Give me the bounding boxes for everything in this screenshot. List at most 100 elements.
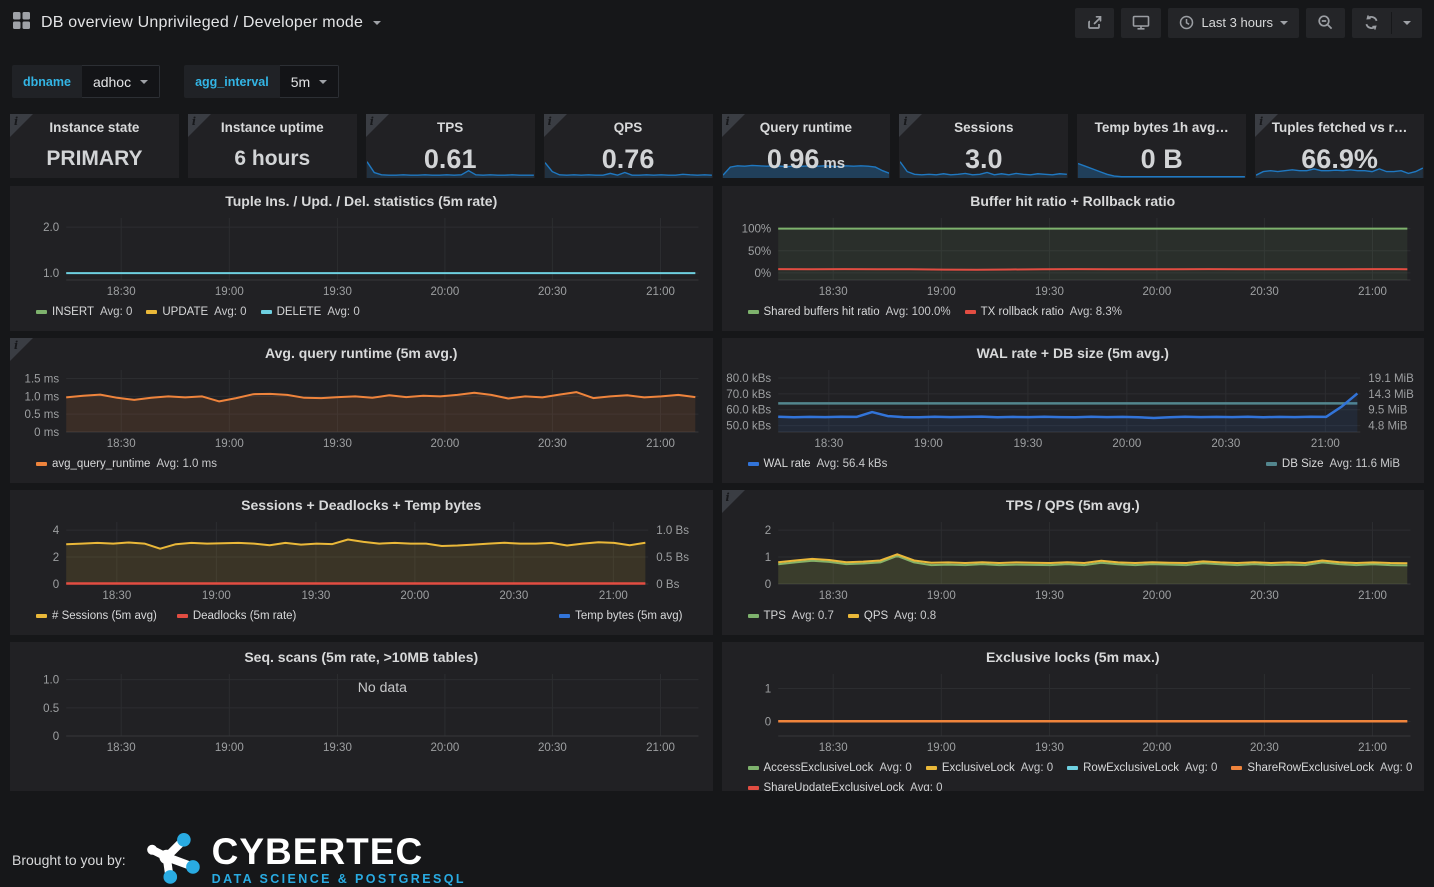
- chart-panel-avg_query_runtime: iAvg. query runtime (5m avg.)18:3019:001…: [10, 338, 713, 483]
- svg-text:21:00: 21:00: [599, 590, 628, 602]
- svg-text:18:30: 18:30: [818, 742, 847, 754]
- legend-item[interactable]: UPDATEAvg: 0: [146, 306, 246, 318]
- refresh-button[interactable]: [1352, 8, 1391, 38]
- share-button[interactable]: [1075, 8, 1114, 38]
- chart-panel-title[interactable]: WAL rate + DB size (5m avg.): [722, 338, 1425, 364]
- legend-item[interactable]: WAL rateAvg: 56.4 kBs: [748, 458, 888, 470]
- panel-info-icon[interactable]: i: [722, 114, 745, 137]
- chart-panel-title[interactable]: Avg. query runtime (5m avg.): [10, 338, 713, 364]
- chart-legend: WAL rateAvg: 56.4 kBs DB SizeAvg: 11.6 Mi…: [722, 454, 1425, 474]
- chart-panel-title[interactable]: TPS / QPS (5m avg.): [722, 490, 1425, 516]
- legend-series-name: ShareUpdateExclusiveLock: [764, 782, 905, 791]
- stat-panel-title[interactable]: Instance uptime: [188, 114, 357, 135]
- chart-plot[interactable]: 18:3019:0019:3020:0020:3021:00100%50%0%: [722, 212, 1425, 302]
- svg-text:0.5 ms: 0.5 ms: [25, 409, 60, 421]
- chart-panel-buffer_ratio: Buffer hit ratio + Rollback ratio18:3019…: [722, 186, 1425, 331]
- refresh-interval-dropdown[interactable]: [1392, 8, 1422, 38]
- legend-item[interactable]: Deadlocks (5m rate): [177, 610, 303, 622]
- legend-item[interactable]: ShareUpdateExclusiveLockAvg: 0: [748, 782, 943, 791]
- chart-panel-title[interactable]: Exclusive locks (5m max.): [722, 642, 1425, 668]
- svg-text:80.0 kBs: 80.0 kBs: [726, 373, 771, 385]
- chart-panel-seq_scans: Seq. scans (5m rate, >10MB tables)18:301…: [10, 642, 713, 791]
- svg-text:18:30: 18:30: [102, 590, 131, 602]
- legend-item[interactable]: AccessExclusiveLockAvg: 0: [748, 762, 912, 774]
- chart-plot[interactable]: 18:3019:0019:3020:0020:3021:001.00.50No …: [10, 668, 713, 758]
- legend-series-name: TPS: [764, 610, 786, 622]
- legend-swatch-icon: [1067, 766, 1078, 770]
- panel-info-icon[interactable]: i: [722, 490, 745, 513]
- legend-item[interactable]: Temp bytes (5m avg): [559, 610, 688, 622]
- svg-text:18:30: 18:30: [107, 438, 136, 450]
- panel-info-icon[interactable]: i: [366, 114, 389, 137]
- panel-info-icon[interactable]: i: [188, 114, 211, 137]
- chart-plot[interactable]: 18:3019:0019:3020:0020:3021:0080.0 kBs19…: [722, 364, 1425, 454]
- chart-plot[interactable]: 18:3019:0019:3020:0020:3021:0010: [722, 668, 1425, 758]
- stat-panel-title[interactable]: Instance state: [10, 114, 179, 135]
- legend-item[interactable]: QPSAvg: 0.8: [848, 610, 936, 622]
- legend-item[interactable]: TX rollback ratioAvg: 8.3%: [965, 306, 1122, 318]
- panel-info-icon[interactable]: i: [10, 114, 33, 137]
- variable-agg-interval: agg_interval 5m: [184, 65, 339, 98]
- stat-panel: iQuery runtime0.96ms: [722, 114, 891, 178]
- refresh-caret-icon: [1403, 21, 1411, 25]
- navbar: DB overview Unprivileged / Developer mod…: [0, 0, 1434, 45]
- stat-panel: Temp bytes 1h avg…0 B: [1077, 114, 1246, 178]
- legend-item[interactable]: DB SizeAvg: 11.6 MiB: [1266, 458, 1400, 470]
- stat-panel-title[interactable]: Sessions: [899, 114, 1068, 135]
- svg-text:19:00: 19:00: [215, 742, 244, 754]
- legend-item[interactable]: ShareRowExclusiveLockAvg: 0: [1231, 762, 1412, 774]
- legend-item[interactable]: RowExclusiveLockAvg: 0: [1067, 762, 1217, 774]
- chart-panel-title[interactable]: Seq. scans (5m rate, >10MB tables): [10, 642, 713, 668]
- svg-text:20:30: 20:30: [538, 742, 567, 754]
- panel-info-icon[interactable]: i: [1255, 114, 1278, 137]
- variable-dbname-value[interactable]: adhoc: [82, 65, 160, 98]
- svg-text:19:30: 19:30: [1034, 286, 1063, 298]
- chart-plot[interactable]: 18:3019:0019:3020:0020:3021:00210: [722, 516, 1425, 606]
- chart-panel-title[interactable]: Sessions + Deadlocks + Temp bytes: [10, 490, 713, 516]
- svg-text:20:30: 20:30: [1249, 742, 1278, 754]
- stat-panel-title[interactable]: Tuples fetched vs r…: [1255, 114, 1424, 135]
- svg-text:20:00: 20:00: [430, 438, 459, 450]
- legend-series-avg: Avg: 0: [1185, 762, 1217, 774]
- title-caret-icon[interactable]: [373, 21, 381, 25]
- stat-panel-title[interactable]: Temp bytes 1h avg…: [1077, 114, 1246, 135]
- dashboard-body: iInstance statePRIMARYiInstance uptime6 …: [0, 114, 1434, 791]
- legend-series-name: INSERT: [52, 306, 94, 318]
- svg-text:21:00: 21:00: [1310, 438, 1339, 450]
- zoom-out-button[interactable]: [1306, 8, 1345, 38]
- variable-agg-interval-value[interactable]: 5m: [280, 65, 339, 98]
- panel-info-icon[interactable]: i: [10, 338, 33, 361]
- svg-text:19:30: 19:30: [1013, 438, 1042, 450]
- svg-text:9.5 MiB: 9.5 MiB: [1368, 405, 1407, 417]
- kiosk-mode-button[interactable]: [1121, 8, 1161, 38]
- chart-legend: INSERTAvg: 0 UPDATEAvg: 0 DELETEAvg: 0: [10, 302, 713, 322]
- legend-item[interactable]: avg_query_runtimeAvg: 1.0 ms: [36, 458, 217, 470]
- stat-panel-title[interactable]: QPS: [544, 114, 713, 135]
- stat-panel-value: PRIMARY: [10, 140, 179, 178]
- legend-item[interactable]: INSERTAvg: 0: [36, 306, 132, 318]
- chart-panel-title[interactable]: Tuple Ins. / Upd. / Del. statistics (5m …: [10, 186, 713, 212]
- legend-item[interactable]: ExclusiveLockAvg: 0: [926, 762, 1053, 774]
- stat-panel-title[interactable]: TPS: [366, 114, 535, 135]
- legend-item[interactable]: TPSAvg: 0.7: [748, 610, 834, 622]
- legend-item[interactable]: Shared buffers hit ratioAvg: 100.0%: [748, 306, 951, 318]
- dashboard-title[interactable]: DB overview Unprivileged / Developer mod…: [41, 14, 363, 32]
- stat-panel-title[interactable]: Query runtime: [722, 114, 891, 135]
- legend-item[interactable]: DELETEAvg: 0: [261, 306, 360, 318]
- svg-text:1: 1: [764, 552, 770, 564]
- chart-plot[interactable]: 18:3019:0019:3020:0020:3021:001.5 ms1.0 …: [10, 364, 713, 454]
- time-range-picker[interactable]: Last 3 hours: [1168, 8, 1299, 38]
- chart-legend: avg_query_runtimeAvg: 1.0 ms: [10, 454, 713, 474]
- stat-panel: iInstance uptime6 hours: [188, 114, 357, 178]
- dashboard-grid-icon[interactable]: [12, 11, 31, 35]
- svg-text:21:00: 21:00: [1358, 742, 1387, 754]
- panel-info-icon[interactable]: i: [899, 114, 922, 137]
- chart-panel-tps_qps: iTPS / QPS (5m avg.)18:3019:0019:3020:00…: [722, 490, 1425, 635]
- legend-item[interactable]: # Sessions (5m avg): [36, 610, 163, 622]
- chart-plot[interactable]: 18:3019:0019:3020:0020:3021:0041.0 Bs20.…: [10, 516, 713, 606]
- panel-info-icon[interactable]: i: [544, 114, 567, 137]
- svg-text:0.5: 0.5: [43, 703, 59, 715]
- chart-plot[interactable]: 18:3019:0019:3020:0020:3021:002.01.0: [10, 212, 713, 302]
- svg-text:50.0 kBs: 50.0 kBs: [726, 421, 771, 433]
- chart-panel-title[interactable]: Buffer hit ratio + Rollback ratio: [722, 186, 1425, 212]
